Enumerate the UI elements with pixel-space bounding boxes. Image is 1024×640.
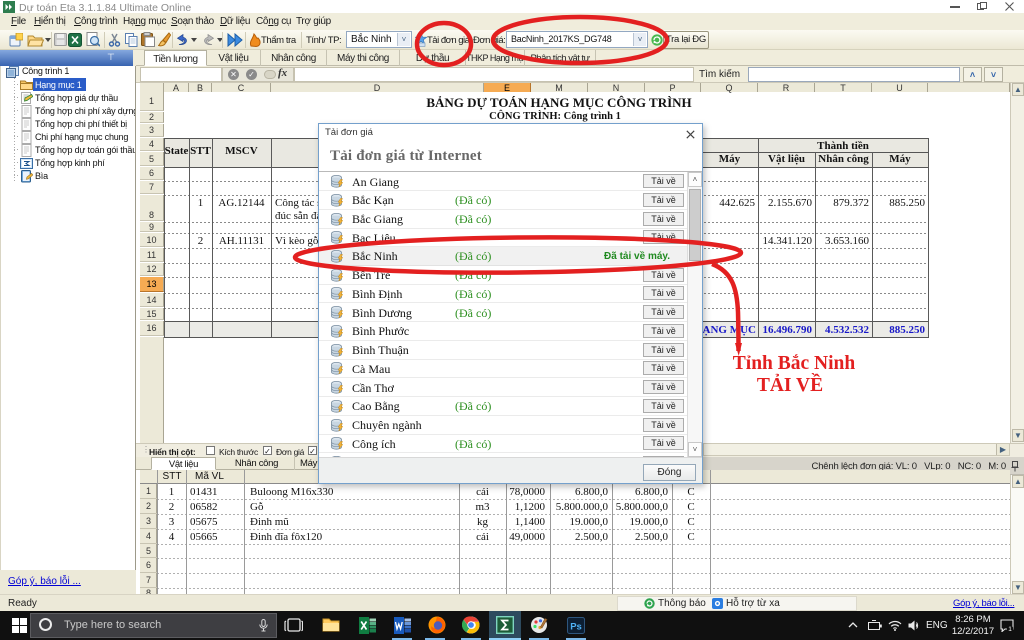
svg-text:1: 1 [1008, 626, 1012, 632]
svg-text:Ps: Ps [570, 622, 582, 633]
